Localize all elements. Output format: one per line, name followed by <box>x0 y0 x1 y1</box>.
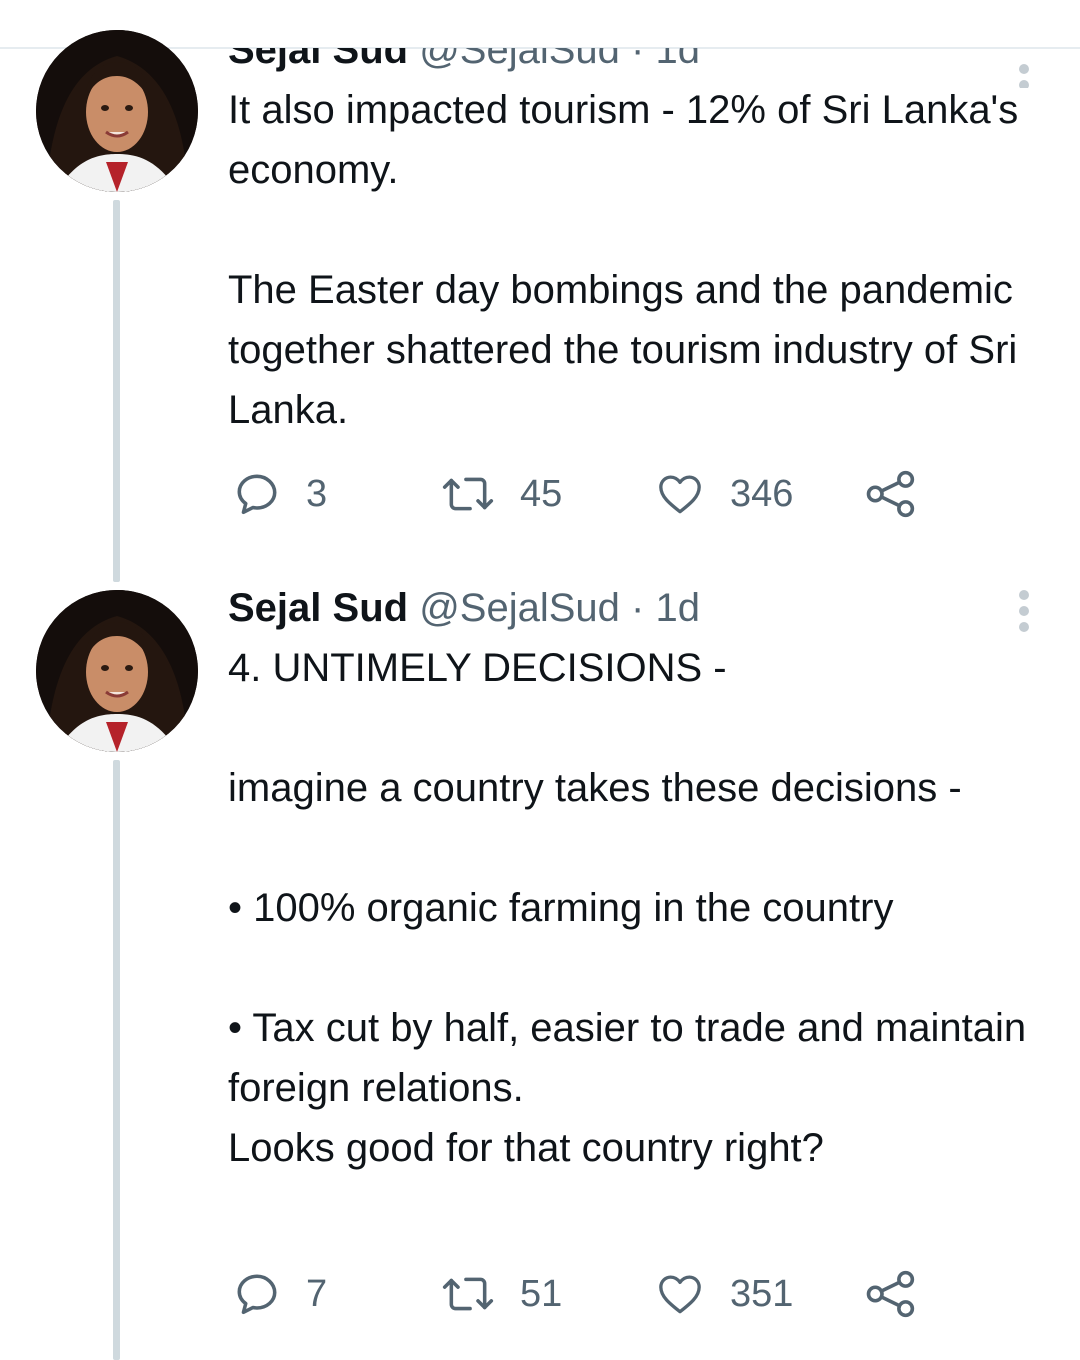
tweet[interactable]: Sejal Sud @SejalSud · 1d It also impacte… <box>228 20 1048 540</box>
share-button[interactable] <box>864 1264 918 1324</box>
tweet-actions: 3 45 346 <box>228 464 948 524</box>
tweet-paragraph <box>228 938 1038 998</box>
reply-icon <box>237 474 277 515</box>
tweet[interactable]: Sejal Sud @SejalSud · 1d 4. UNTIMELY DEC… <box>228 578 1048 1348</box>
retweet-icon <box>442 477 494 511</box>
tweet-text: 4. UNTIMELY DECISIONS - imagine a countr… <box>228 638 1038 1178</box>
tweet-paragraph <box>228 200 1038 260</box>
tweet-paragraph: It also impacted tourism - 12% of Sri La… <box>228 88 1030 192</box>
retweet-count: 51 <box>520 1272 563 1315</box>
avatar-image <box>36 30 198 192</box>
tweet-paragraph: Looks good for that country right? <box>228 1126 824 1170</box>
retweet-count: 45 <box>520 472 563 515</box>
author-handle-and-time[interactable]: @SejalSud · 1d <box>419 48 700 72</box>
like-button[interactable]: 346 <box>654 464 793 524</box>
tweet-header: Sejal Sud @SejalSud · 1d <box>228 578 700 638</box>
tweet-actions: 7 51 351 <box>228 1264 948 1324</box>
tweet-header: Sejal Sud @SejalSud · 1d <box>228 48 700 80</box>
retweet-button[interactable]: 51 <box>440 1264 562 1324</box>
heart-icon <box>659 475 701 514</box>
share-icon <box>866 470 915 518</box>
tweet-text: It also impacted tourism - 12% of Sri La… <box>228 80 1038 440</box>
reply-count: 3 <box>306 472 328 515</box>
avatar[interactable] <box>36 590 198 752</box>
tweet-paragraph: imagine a country takes these decisions … <box>228 766 962 810</box>
author-name[interactable]: Sejal Sud <box>228 48 408 72</box>
tweet-paragraph: 4. UNTIMELY DECISIONS - <box>228 646 727 690</box>
avatar-image <box>36 590 198 752</box>
reply-button[interactable]: 7 <box>232 1264 327 1324</box>
author-name[interactable]: Sejal Sud <box>228 586 408 630</box>
like-count: 346 <box>730 472 794 515</box>
tweet-paragraph <box>228 698 1038 758</box>
tweet-paragraph <box>228 818 1038 878</box>
heart-icon <box>659 1275 701 1314</box>
tweet-paragraph: • 100% organic farming in the country <box>228 886 894 930</box>
thread-connector <box>113 200 120 582</box>
tweet-paragraph: The Easter day bombings and the pandemic… <box>228 268 1029 432</box>
author-handle-and-time[interactable]: @SejalSud · 1d <box>419 586 700 630</box>
reply-icon <box>237 1274 277 1315</box>
thread-connector <box>113 760 120 1360</box>
like-count: 351 <box>730 1272 794 1315</box>
reply-button[interactable]: 3 <box>232 464 327 524</box>
like-button[interactable]: 351 <box>654 1264 793 1324</box>
tweet-paragraph: • Tax cut by half, easier to trade and m… <box>228 1006 1038 1110</box>
retweet-icon <box>442 1277 494 1311</box>
reply-count: 7 <box>306 1272 328 1315</box>
share-icon <box>866 1270 915 1318</box>
avatar[interactable] <box>36 30 198 192</box>
share-button[interactable] <box>864 464 918 524</box>
more-vertical-icon[interactable] <box>1014 590 1034 632</box>
retweet-button[interactable]: 45 <box>440 464 562 524</box>
